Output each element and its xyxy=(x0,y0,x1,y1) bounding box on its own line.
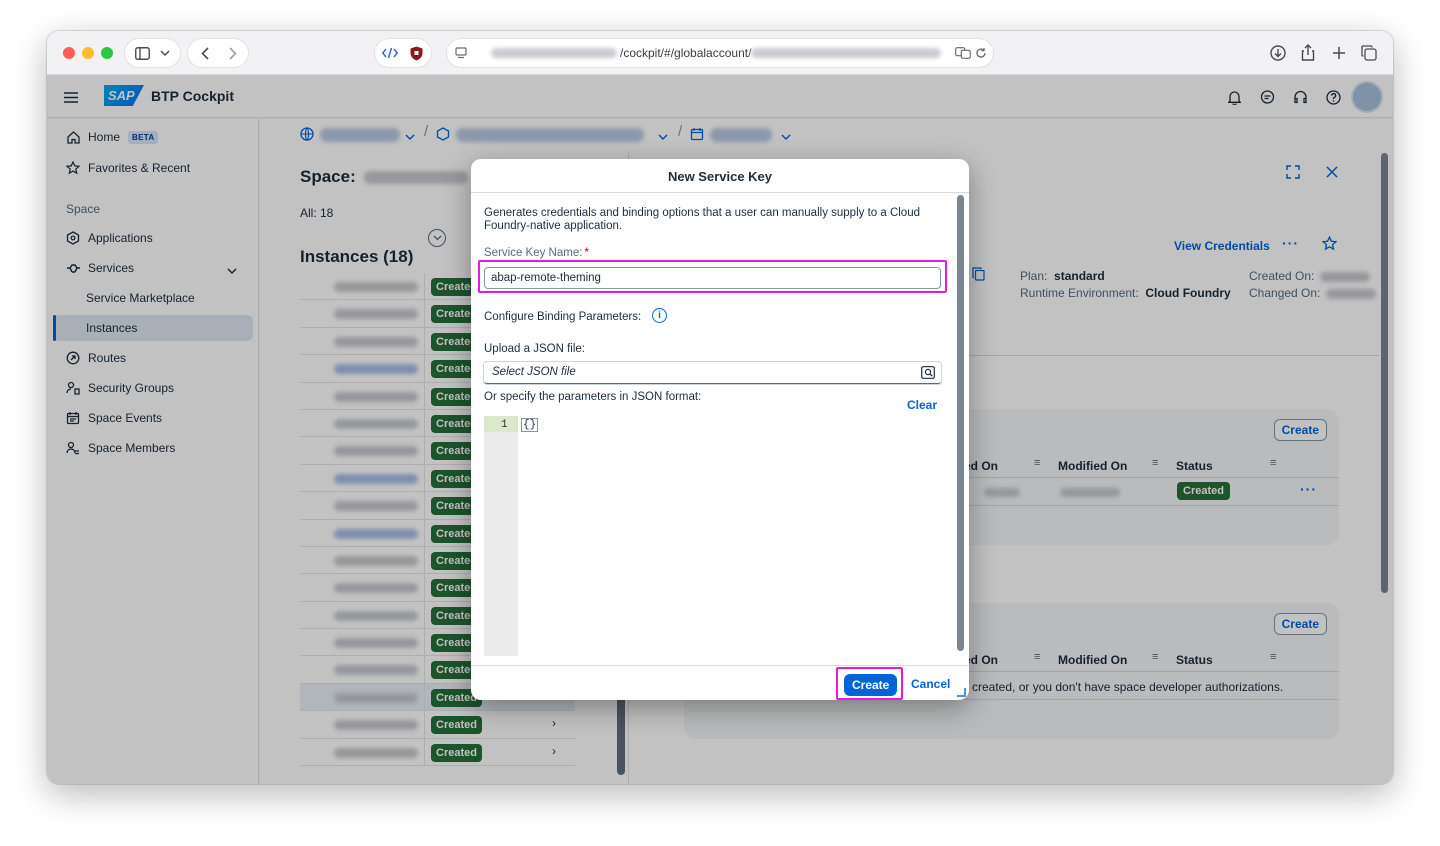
new-tab-icon[interactable] xyxy=(1330,44,1348,62)
file-placeholder: Select JSON file xyxy=(492,366,576,378)
browser-window: /cockpit/#/globalaccount/ SAP BTP Cockpi… xyxy=(47,31,1393,784)
shield-icon[interactable] xyxy=(407,45,425,61)
minimize-window-button[interactable] xyxy=(82,47,94,59)
download-icon[interactable] xyxy=(1269,44,1287,62)
sidebar-toggle[interactable] xyxy=(125,39,180,67)
sidebar-icon xyxy=(134,45,150,61)
page-menu-icon[interactable] xyxy=(453,45,469,61)
translate-icon[interactable] xyxy=(954,45,972,61)
configure-binding-label: Configure Binding Parameters: xyxy=(484,311,642,323)
tab-overview-icon[interactable] xyxy=(1360,44,1378,62)
json-file-uploader[interactable]: Select JSON file xyxy=(484,362,941,384)
editor-content[interactable]: {} xyxy=(521,418,539,432)
reload-icon[interactable] xyxy=(973,45,989,61)
dialog-title: New Service Key xyxy=(471,159,969,193)
annotation-highlight-create xyxy=(836,667,903,700)
service-key-name-label: Service Key Name: * xyxy=(484,247,589,259)
zoom-window-button[interactable] xyxy=(101,47,113,59)
history-buttons xyxy=(188,39,248,67)
dialog-scrollbar[interactable] xyxy=(957,195,964,651)
required-marker: * xyxy=(584,247,589,259)
url-id-redacted xyxy=(751,48,941,58)
dialog-footer: Create Cancel xyxy=(471,665,969,700)
close-window-button[interactable] xyxy=(63,47,75,59)
dialog-description: Generates credentials and binding option… xyxy=(484,207,920,232)
editor-gutter xyxy=(484,416,518,656)
forward-icon[interactable] xyxy=(226,45,240,61)
service-key-name-label-text: Service Key Name: xyxy=(484,247,583,259)
chevron-down-icon xyxy=(158,45,172,61)
back-icon[interactable] xyxy=(198,45,212,61)
resize-handle[interactable] xyxy=(957,688,966,697)
address-bar[interactable]: /cockpit/#/globalaccount/ xyxy=(447,39,993,67)
extensions xyxy=(375,39,431,67)
browser-toolbar: /cockpit/#/globalaccount/ xyxy=(47,31,1393,75)
cancel-button[interactable]: Cancel xyxy=(911,677,950,691)
upload-json-label: Upload a JSON file: xyxy=(484,343,585,355)
share-icon[interactable] xyxy=(1299,43,1317,61)
url-host-redacted xyxy=(491,48,617,58)
annotation-highlight-input xyxy=(478,260,947,293)
browse-file-icon[interactable] xyxy=(921,366,935,382)
info-icon[interactable]: i xyxy=(652,308,667,323)
new-service-key-dialog: New Service Key Generates credentials an… xyxy=(471,159,969,700)
line-number: 1 xyxy=(501,419,508,431)
clear-button[interactable]: Clear xyxy=(907,398,937,412)
url-path: /cockpit/#/globalaccount/ xyxy=(620,46,752,60)
devtools-icon[interactable] xyxy=(381,45,399,61)
json-format-label: Or specify the parameters in JSON format… xyxy=(484,391,702,403)
json-editor[interactable]: 1 {} xyxy=(484,416,941,656)
